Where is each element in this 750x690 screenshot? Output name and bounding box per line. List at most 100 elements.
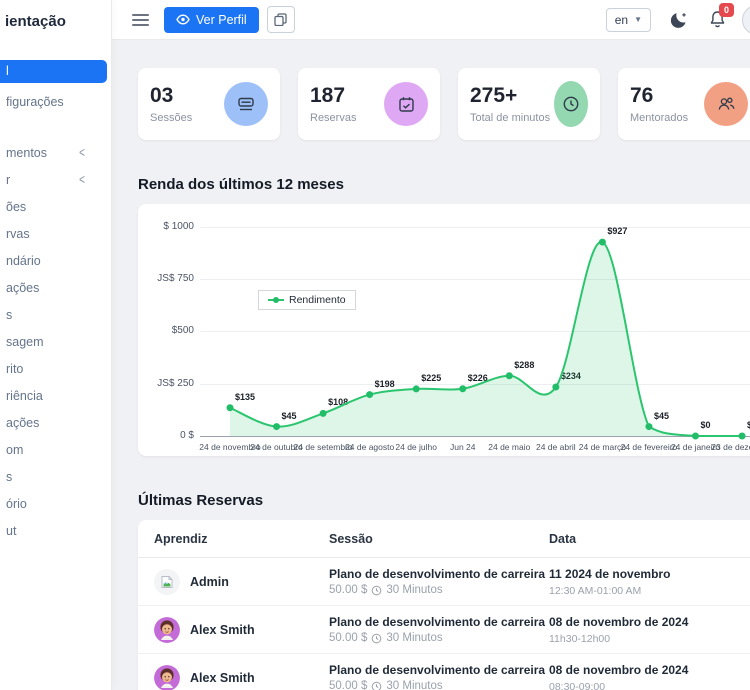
sidebar-item-active[interactable]: l [0,60,107,83]
data-point [645,423,652,430]
stat-card-mentorados: 76 Mentorados [618,68,750,140]
sidebar-item[interactable]: ões [0,194,111,221]
legend-marker-icon [268,296,284,304]
calendar-check-icon [384,82,428,126]
presentation-icon [224,82,268,126]
session-title: Plano de desenvolvimento de carreira [329,615,549,629]
session-price: 50.00 $ [329,680,367,690]
income-chart: $ 1000JS$ 750$500JS$ 2500 $24 de novembr… [138,204,750,456]
sidebar-item[interactable]: ações [0,410,111,437]
sidebar-item[interactable]: ações [0,275,111,302]
clock-icon [371,585,382,596]
session-duration: 30 Minutos [386,584,442,596]
stat-card-reservas: 187 Reservas [298,68,440,140]
mentee-name: Admin [190,575,229,589]
session-duration: 30 Minutos [386,632,442,644]
table-row: Admin Plano de desenvolvimento de carrei… [138,558,750,606]
column-header: Sessão [329,532,549,546]
clock-icon [371,633,382,644]
data-point [739,433,746,440]
data-point [320,410,327,417]
y-tick-label: $ 1000 [140,221,194,232]
session-price: 50.00 $ [329,584,367,596]
reservation-time: 08:30-09:00 [549,681,750,690]
moon-icon [669,10,689,30]
chart-legend: Rendimento [258,290,356,310]
sidebar-item[interactable]: sagem [0,329,111,356]
sidebar-item[interactable]: s [0,302,111,329]
stat-label: Reservas [310,112,356,124]
people-icon [704,82,748,126]
chevron-down-icon: ▼ [634,15,642,24]
sidebar-item[interactable]: ndário [0,248,111,275]
chart-area-fill [230,242,742,436]
chevron-left-icon: < [79,140,85,167]
stat-value: 187 [310,84,356,108]
stat-value: 03 [150,84,192,108]
data-point [413,385,420,392]
data-point [273,423,280,430]
reservation-date: 11 2024 de novembro [549,567,750,581]
reservation-date: 08 de novembro de 2024 [549,663,750,677]
column-header: Aprendiz [154,532,329,546]
language-select[interactable]: en ▼ [606,8,651,32]
sidebar-item[interactable]: om [0,437,111,464]
reservation-date: 08 de novembro de 2024 [549,615,750,629]
stat-card-minutos: 275+ Total de minutos [458,68,600,140]
clock-icon [371,681,382,690]
stat-value: 275+ [470,84,550,108]
session-price: 50.00 $ [329,632,367,644]
sidebar-item[interactable]: mentos< [0,140,111,167]
mentee-avatar [154,617,180,643]
mentee-name: Alex Smith [190,671,255,685]
view-profile-button[interactable]: Ver Perfil [164,7,259,33]
data-point [366,391,373,398]
stat-label: Mentorados [630,112,688,124]
session-title: Plano de desenvolvimento de carreira [329,663,549,677]
chevron-left-icon: < [79,167,85,194]
table-row: Alex Smith Plano de desenvolvimento de c… [138,606,750,654]
clock-icon [554,81,588,127]
notifications-button[interactable]: 0 [709,10,726,29]
copy-icon [274,13,287,26]
sidebar: ientação l figurações mentos< r< ões rva… [0,0,112,690]
app-title: ientação [0,0,111,30]
mentee-avatar [154,665,180,690]
stat-card-sessions: 03 Sessões [138,68,280,140]
stat-label: Sessões [150,112,192,124]
y-tick-label: JS$ 250 [140,378,194,389]
data-point [227,404,234,411]
y-tick-label: $500 [140,325,194,336]
data-point [692,433,699,440]
mentee-name: Alex Smith [190,623,255,637]
dark-mode-toggle[interactable] [669,10,689,30]
table-title: Últimas Reservas [138,492,750,509]
sidebar-item[interactable]: rvas [0,221,111,248]
data-point [506,372,513,379]
hamburger-menu-icon[interactable] [132,11,149,29]
sidebar-item[interactable]: ório [0,491,111,518]
data-point [599,239,606,246]
sidebar-item[interactable]: r< [0,167,111,194]
copy-link-button[interactable] [267,6,295,33]
chart-title: Renda dos últimos 12 meses [138,176,750,193]
eye-icon [176,14,190,25]
sidebar-item[interactable]: figurações [0,89,111,116]
data-point [459,385,466,392]
session-title: Plano de desenvolvimento de carreira [329,567,549,581]
data-point [552,384,559,391]
column-header: Data [549,532,750,546]
sidebar-item[interactable]: ut [0,518,111,545]
table-header: Aprendiz Sessão Data [138,520,750,558]
sidebar-item[interactable]: s [0,464,111,491]
sidebar-item[interactable]: rito [0,356,111,383]
notification-badge: 0 [719,3,734,17]
user-avatar[interactable] [742,5,750,35]
topbar: Ver Perfil en ▼ 0 [112,0,750,40]
y-tick-label: 0 $ [140,430,194,441]
y-tick-label: JS$ 750 [140,273,194,284]
broken-image-avatar [154,569,180,595]
sidebar-item[interactable]: riência [0,383,111,410]
session-duration: 30 Minutos [386,680,442,690]
stats-row: 03 Sessões 187 Reservas [138,68,750,140]
